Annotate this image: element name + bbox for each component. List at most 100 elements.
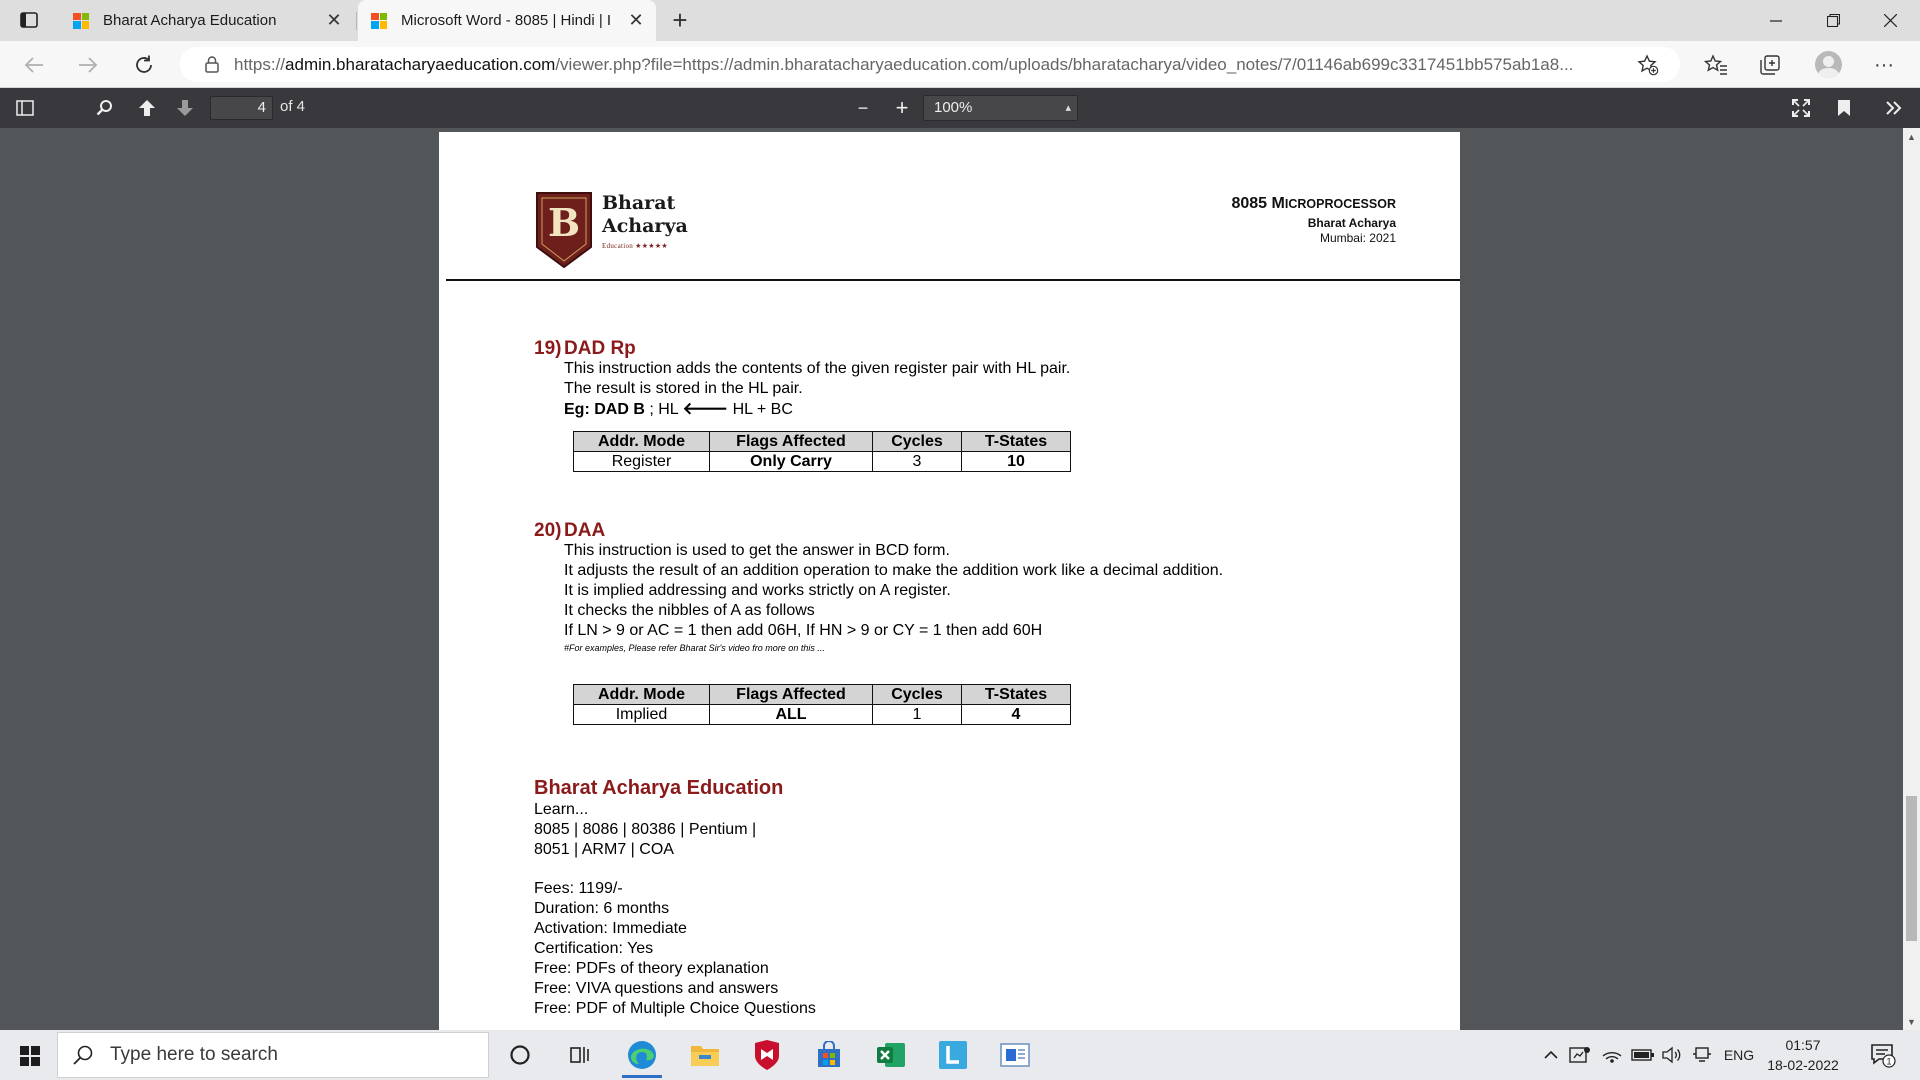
battery-icon[interactable] xyxy=(1630,1042,1656,1068)
logo-name-line1: Bharat xyxy=(602,192,676,214)
url-path: /viewer.php?file=https://admin.bharatach… xyxy=(555,54,1574,74)
section-number: 20) xyxy=(534,520,562,541)
tools-menu-icon[interactable] xyxy=(1879,93,1909,123)
table-cell: 4 xyxy=(961,704,1071,725)
example-pre: ; HL xyxy=(644,401,683,418)
display-icon[interactable] xyxy=(1690,1042,1714,1068)
windows-start-icon[interactable] xyxy=(10,1040,50,1072)
minimize-icon[interactable] xyxy=(1749,0,1803,41)
microsoft-favicon-icon xyxy=(371,12,387,29)
l-app-icon[interactable] xyxy=(925,1032,981,1078)
zoom-out-button[interactable]: − xyxy=(848,93,878,123)
logo-subtitle: Education ★★★★★ xyxy=(602,242,669,250)
meet-now-icon[interactable] xyxy=(1568,1042,1592,1068)
add-favorite-icon[interactable] xyxy=(1636,53,1660,77)
dad-instruction-table: Addr. Mode Flags Affected Cycles T-State… xyxy=(573,431,1071,472)
pdf-viewer-area[interactable]: B Bharat Acharya Education ★★★★★ 8085 MI… xyxy=(0,128,1920,1030)
sidebar-toggle-icon[interactable] xyxy=(10,93,40,123)
section-body: This instruction adds the contents of th… xyxy=(564,359,1070,420)
scroll-down-icon[interactable]: ▼ xyxy=(1903,1013,1920,1030)
forward-icon[interactable] xyxy=(72,49,104,81)
left-arrow-icon: 🡐 xyxy=(682,399,729,418)
zoom-select[interactable]: 100% ▴▾ xyxy=(923,95,1078,138)
search-placeholder: Type here to search xyxy=(110,1044,278,1065)
table-cell: 10 xyxy=(961,451,1071,472)
example-line: Eg: DAD B ; HL 🡐 HL + BC xyxy=(564,399,1070,420)
close-window-icon[interactable] xyxy=(1863,0,1917,41)
new-tab-icon[interactable]: + xyxy=(666,5,694,35)
url-text[interactable]: https://admin.bharatacharyaeducation.com… xyxy=(234,55,1619,75)
page-number-input[interactable]: 4 xyxy=(210,96,273,120)
microsoft-store-icon[interactable] xyxy=(801,1032,857,1078)
presentation-mode-icon[interactable] xyxy=(1786,93,1816,123)
search-icon[interactable] xyxy=(90,93,120,123)
search-icon xyxy=(72,1044,100,1066)
tab-separator xyxy=(356,12,357,30)
word-document-icon[interactable] xyxy=(987,1032,1043,1078)
taskbar-clock[interactable]: 01:57 18-02-2022 xyxy=(1758,1035,1848,1075)
section-number: 19) xyxy=(534,338,562,359)
mcafee-icon[interactable] xyxy=(739,1032,795,1078)
section-title: DAD Rp xyxy=(564,338,636,359)
task-view-icon[interactable] xyxy=(551,1032,607,1078)
restore-icon[interactable] xyxy=(1806,0,1860,41)
back-icon[interactable] xyxy=(18,49,50,81)
promo-line: Free: PDFs of theory explanation xyxy=(534,960,769,977)
promo-spacer xyxy=(534,860,816,879)
document-header-author: Bharat Acharya xyxy=(1307,216,1396,230)
logo-wordmark: Bharat Acharya xyxy=(602,192,688,238)
next-page-icon[interactable] xyxy=(170,93,200,123)
promo-block: Bharat Acharya Education Learn... 8085 |… xyxy=(534,776,816,1019)
previous-page-icon[interactable] xyxy=(132,93,162,123)
pdf-toolbar: 4 of 4 − + 100% ▴▾ xyxy=(0,88,1920,138)
collections-icon[interactable] xyxy=(1754,49,1786,81)
bharat-acharya-logo: B xyxy=(536,192,592,269)
volume-icon[interactable] xyxy=(1660,1042,1684,1068)
section-line: If LN > 9 or AC = 1 then add 06H, If HN … xyxy=(564,622,1043,639)
table-row: Register Only Carry 3 10 xyxy=(573,451,1071,472)
tab-microsoft-word-8085[interactable]: Microsoft Word - 8085 | Hindi | I ✕ xyxy=(358,0,656,41)
page-count: of 4 xyxy=(280,98,306,115)
scroll-up-icon[interactable]: ▲ xyxy=(1903,128,1920,145)
vertical-scrollbar[interactable]: ▲ ▼ xyxy=(1903,128,1920,1030)
favorites-icon[interactable] xyxy=(1700,49,1732,81)
show-hidden-icons-icon[interactable] xyxy=(1540,1042,1562,1068)
notification-center-icon[interactable]: 1 xyxy=(1866,1038,1900,1072)
microsoft-favicon-icon xyxy=(73,12,89,29)
logo-name-line2: Acharya xyxy=(602,215,688,237)
profile-avatar[interactable] xyxy=(1815,51,1842,78)
taskbar-search[interactable]: Type here to search xyxy=(57,1032,489,1078)
scroll-thumb[interactable] xyxy=(1906,796,1917,941)
section-title: DAA xyxy=(564,520,606,541)
refresh-icon[interactable] xyxy=(128,49,160,81)
browser-tab-strip: Bharat Acharya Education ✕ Microsoft Wor… xyxy=(0,0,1920,41)
url-scheme: https:// xyxy=(234,54,286,74)
promo-line: 8051 | ARM7 | COA xyxy=(534,841,674,858)
pdf-page: B Bharat Acharya Education ★★★★★ 8085 MI… xyxy=(439,132,1460,1030)
bookmark-icon[interactable] xyxy=(1829,93,1859,123)
daa-instruction-table: Addr. Mode Flags Affected Cycles T-State… xyxy=(573,684,1071,725)
section-line: It is implied addressing and works stric… xyxy=(564,582,951,599)
wifi-icon[interactable] xyxy=(1600,1042,1624,1068)
table-cell: Register xyxy=(573,451,710,472)
section-line: This instruction is used to get the answ… xyxy=(564,542,950,559)
tab-close-icon[interactable]: ✕ xyxy=(622,7,650,35)
excel-icon[interactable] xyxy=(863,1032,919,1078)
tab-bharat-acharya-education[interactable]: Bharat Acharya Education ✕ xyxy=(60,0,354,41)
address-bar[interactable]: https://admin.bharatacharyaeducation.com… xyxy=(180,47,1680,82)
browser-toolbar: https://admin.bharatacharyaeducation.com… xyxy=(0,41,1920,88)
table-header-cell: Addr. Mode xyxy=(573,684,710,705)
zoom-in-button[interactable]: + xyxy=(887,93,917,123)
tab-close-icon[interactable]: ✕ xyxy=(320,7,348,35)
url-domain: admin.bharatacharyaeducation.com xyxy=(285,54,556,74)
section-line: It checks the nibbles of A as follows xyxy=(564,602,815,619)
file-explorer-icon[interactable] xyxy=(677,1032,733,1078)
section-line: The result is stored in the HL pair. xyxy=(564,380,803,397)
more-options-icon[interactable]: ··· xyxy=(1868,49,1900,81)
edge-browser-icon[interactable] xyxy=(614,1032,670,1078)
header-title-smallcaps: ICROPROCESSOR xyxy=(1284,197,1396,211)
tab-actions-icon[interactable] xyxy=(14,8,44,32)
lock-icon[interactable] xyxy=(196,56,228,73)
cortana-icon[interactable] xyxy=(492,1032,548,1078)
language-indicator[interactable]: ENG xyxy=(1722,1042,1756,1068)
